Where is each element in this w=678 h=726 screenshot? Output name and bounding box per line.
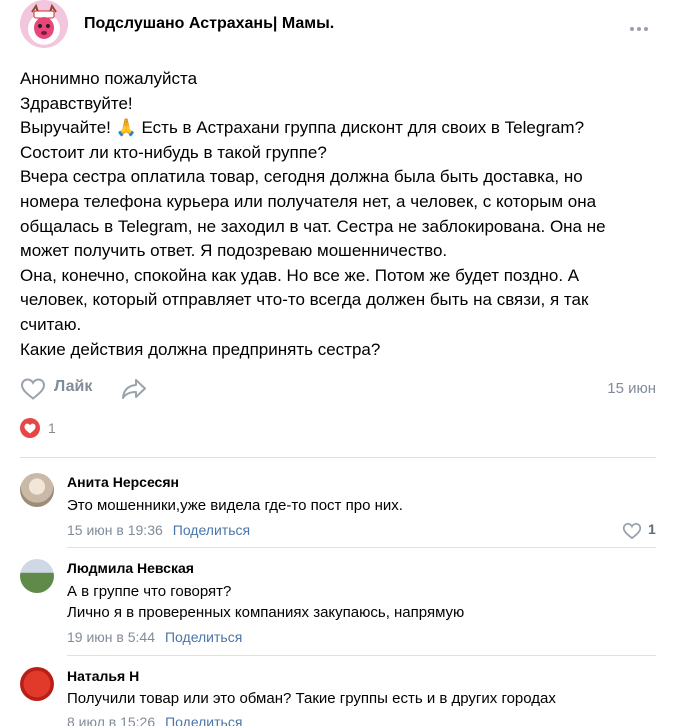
comment-meta: 15 июн в 19:36 Поделиться bbox=[67, 522, 250, 538]
post-line: Вчера сестра оплатила товар, сегодня дол… bbox=[20, 167, 583, 187]
comment-author[interactable]: Наталья Н bbox=[67, 668, 139, 684]
post-line: Здравствуйте! bbox=[20, 93, 133, 113]
commenter-avatar[interactable] bbox=[20, 473, 54, 507]
share-arrow-icon bbox=[122, 379, 146, 399]
comment-text: Это мошенники,уже видела где-то пост про… bbox=[67, 497, 403, 514]
post-header: Подслушано Астрахань| Мамы. bbox=[0, 0, 678, 52]
post-page: Подслушано Астрахань| Мамы. Анонимно пож… bbox=[0, 0, 678, 726]
post-line: общалась в Telegram, не заходил в чат. С… bbox=[20, 216, 606, 236]
more-options-icon[interactable] bbox=[630, 18, 654, 31]
group-avatar[interactable] bbox=[20, 0, 68, 48]
post-line: Какие действия должна предпринять сестра… bbox=[20, 339, 381, 359]
post-line: считаю. bbox=[20, 314, 82, 334]
post-line: номера телефона курьера или получателя н… bbox=[20, 191, 597, 211]
post-date[interactable]: 15 июн bbox=[607, 380, 656, 397]
divider bbox=[67, 655, 656, 656]
group-name[interactable]: Подслушано Астрахань| Мамы. bbox=[84, 15, 334, 33]
comment-share-link[interactable]: Поделиться bbox=[173, 522, 250, 538]
heart-outline-icon bbox=[20, 378, 46, 400]
post-line: человек, который отправляет что-то всегд… bbox=[20, 290, 589, 310]
comment-text: А в группе что говорят? bbox=[67, 583, 232, 600]
comment-share-link[interactable]: Поделиться bbox=[165, 629, 242, 645]
deer-logo-icon bbox=[31, 4, 57, 39]
comment-text: Получили товар или это обман? Такие груп… bbox=[67, 690, 556, 707]
post-text: Анонимно пожалуйста Здравствуйте! Выруча… bbox=[20, 67, 660, 362]
reaction-count: 1 bbox=[48, 420, 56, 436]
divider bbox=[20, 457, 656, 458]
comment-share-link[interactable]: Поделиться bbox=[165, 714, 242, 726]
comment-like-count: 1 bbox=[648, 521, 656, 537]
comment-author[interactable]: Людмила Невская bbox=[67, 560, 194, 576]
comment-meta: 8 июл в 15:26 Поделиться bbox=[67, 714, 242, 726]
comment-time[interactable]: 15 июн в 19:36 bbox=[67, 522, 163, 538]
commenter-avatar[interactable] bbox=[20, 559, 54, 593]
like-label: Лайк bbox=[54, 378, 93, 395]
comment-time[interactable]: 8 июл в 15:26 bbox=[67, 714, 155, 726]
comment-author[interactable]: Анита Нерсесян bbox=[67, 474, 179, 490]
post-line: Она, конечно, спокойна как удав. Но все … bbox=[20, 265, 580, 285]
heart-reaction-icon bbox=[20, 418, 40, 438]
comment-text: Лично я в проверенных компаниях закупаюс… bbox=[67, 604, 465, 621]
comment-meta: 19 июн в 5:44 Поделиться bbox=[67, 629, 242, 645]
post-line: Анонимно пожалуйста bbox=[20, 69, 198, 88]
post-line: Состоит ли кто-нибудь в такой группе? bbox=[20, 142, 327, 162]
divider bbox=[67, 547, 656, 548]
post-line: может получить ответ. Я подозреваю мошен… bbox=[20, 241, 448, 261]
comment-time[interactable]: 19 июн в 5:44 bbox=[67, 629, 155, 645]
post-line: Выручайте! 🙏 Есть в Астрахани группа дис… bbox=[20, 118, 585, 138]
share-button[interactable] bbox=[120, 377, 148, 401]
heart-outline-icon bbox=[622, 522, 642, 540]
commenter-avatar[interactable] bbox=[20, 667, 54, 701]
